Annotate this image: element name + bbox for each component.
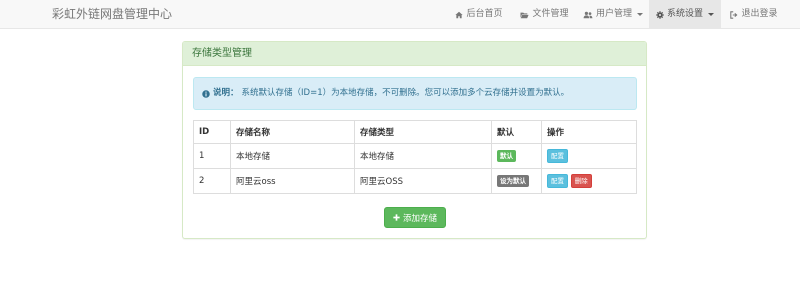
nav-logout[interactable]: 退出登录: [721, 0, 787, 29]
chevron-down-icon: [708, 13, 714, 16]
add-storage-button[interactable]: 添加存储: [384, 207, 446, 228]
config-button[interactable]: 配置: [547, 174, 568, 188]
table-header-row: ID 存储名称 存储类型 默认 操作: [193, 120, 637, 144]
column-header: 存储名称: [230, 120, 355, 144]
nav-home-label: 后台首页: [466, 9, 503, 19]
home-icon: [455, 11, 464, 18]
sign-out-icon: [730, 10, 738, 19]
nav-logout-label: 退出登录: [741, 9, 778, 19]
cell-actions: 配置: [541, 143, 637, 169]
table-row: 1 本地存储 本地存储 默认 配置: [193, 143, 637, 169]
gear-icon: [656, 10, 664, 19]
folder-open-icon: [520, 12, 530, 18]
column-header: 默认: [491, 120, 542, 144]
plus-icon: [393, 214, 400, 221]
cell-name: 阿里云oss: [230, 168, 355, 194]
nav-settings-label: 系统设置: [666, 9, 703, 19]
panel-title: 存储类型管理: [183, 42, 646, 66]
storage-panel: 存储类型管理 说明： 系统默认存储（ID=1）为本地存储，不可删除。您可以添加多…: [182, 41, 647, 239]
add-storage-label: 添加存储: [402, 213, 437, 224]
nav-users-label: 用户管理: [595, 9, 632, 19]
navbar: 彩虹外链网盘管理中心 后台首页 文件管理 用户管理 系统设置 退出登录: [0, 0, 800, 29]
alert-text: 系统默认存储（ID=1）为本地存储，不可删除。您可以添加多个云存储并设置为默认。: [241, 88, 570, 98]
cell-type: 本地存储: [354, 143, 492, 169]
cell-actions: 配置 删除: [541, 168, 637, 194]
cell-default: 设为默认: [491, 168, 542, 194]
delete-button[interactable]: 删除: [570, 174, 592, 188]
cell-type: 阿里云OSS: [354, 168, 492, 194]
info-alert: 说明： 系统默认存储（ID=1）为本地存储，不可删除。您可以添加多个云存储并设置…: [193, 77, 637, 110]
cell-default: 默认: [491, 143, 542, 169]
column-header: 操作: [541, 120, 637, 144]
column-header: ID: [193, 120, 231, 144]
nav-users[interactable]: 用户管理: [577, 0, 649, 29]
alert-label: 说明：: [213, 88, 239, 98]
nav-files-label: 文件管理: [532, 9, 569, 19]
column-header: 存储类型: [354, 120, 492, 144]
table-row: 2 阿里云oss 阿里云OSS 设为默认 配置 删除: [193, 168, 637, 194]
nav-home[interactable]: 后台首页: [446, 0, 512, 29]
cell-name: 本地存储: [230, 143, 355, 169]
nav-files[interactable]: 文件管理: [512, 0, 577, 29]
config-button[interactable]: 配置: [547, 149, 568, 163]
brand-title[interactable]: 彩虹外链网盘管理中心: [52, 0, 172, 29]
chevron-down-icon: [637, 13, 643, 16]
cell-id: 2: [193, 168, 231, 194]
storage-table: ID 存储名称 存储类型 默认 操作 1 本地存储 本地存储 默认 配置 2 阿…: [193, 120, 637, 194]
cell-id: 1: [193, 143, 231, 169]
users-icon: [583, 11, 593, 18]
set-default-button[interactable]: 设为默认: [497, 175, 529, 187]
info-icon: [202, 89, 210, 98]
nav-settings[interactable]: 系统设置: [649, 0, 721, 29]
default-badge: 默认: [497, 150, 516, 162]
